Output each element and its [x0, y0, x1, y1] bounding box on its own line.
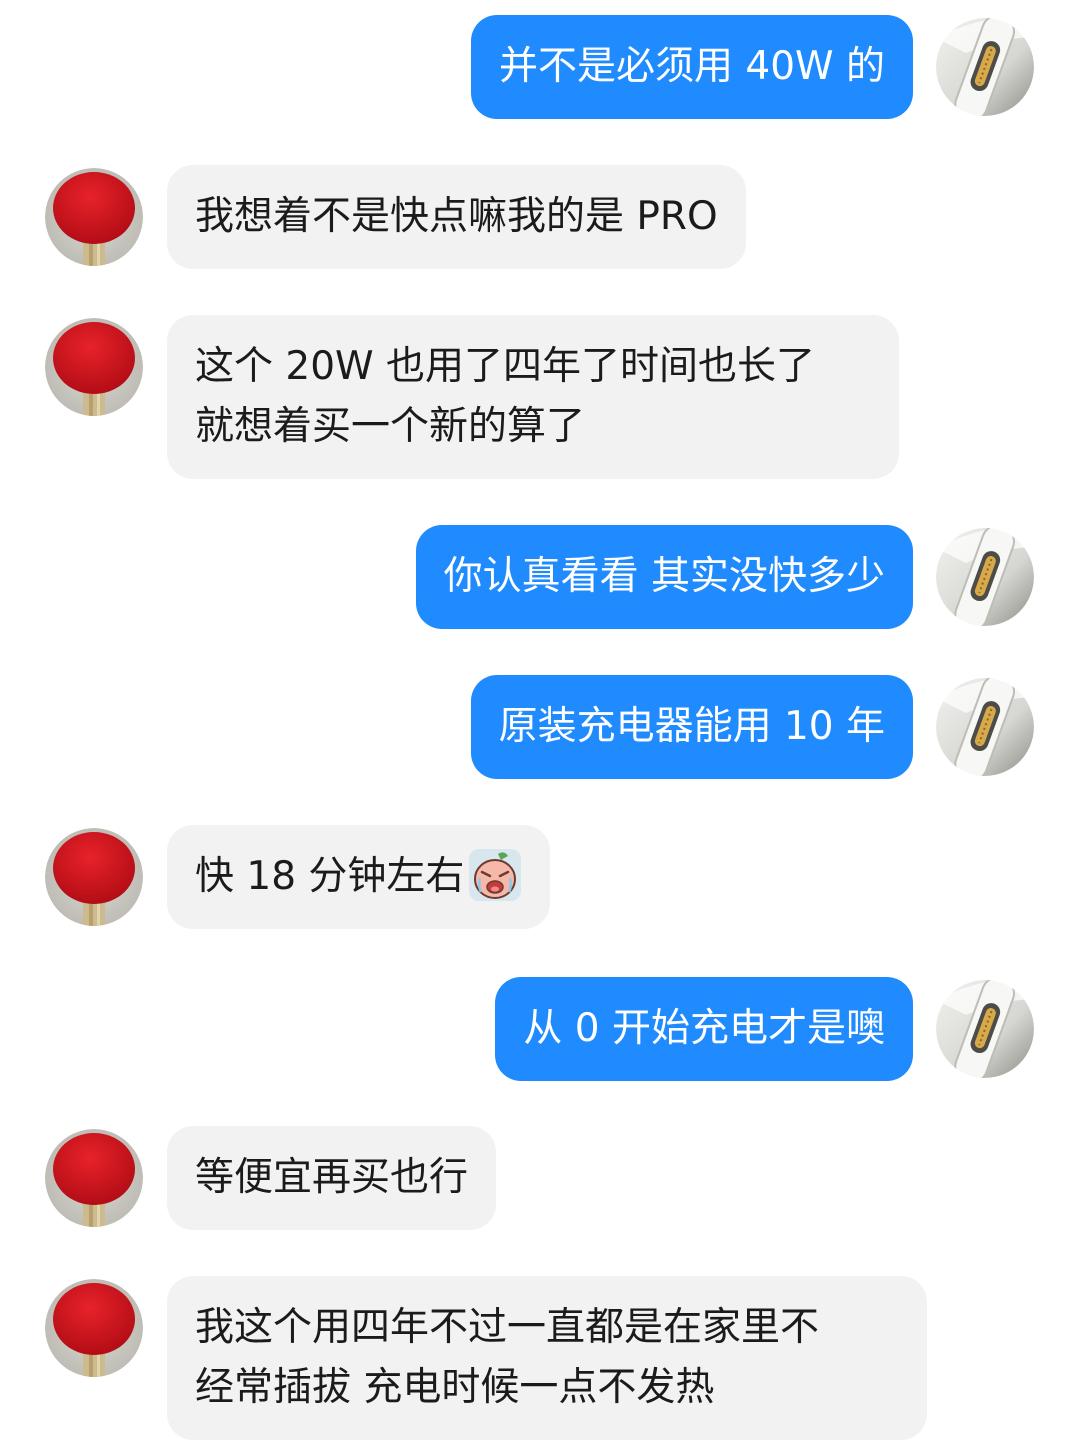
usb-c-cable-avatar-icon[interactable]: [936, 18, 1034, 116]
received-message-bubble[interactable]: 等便宜再买也行: [167, 1126, 497, 1230]
ping-pong-paddle-avatar-icon[interactable]: [45, 168, 143, 266]
ping-pong-paddle-avatar-icon[interactable]: [45, 1129, 143, 1227]
message-row: 我这个用四年不过一直都是在家里不 经常插拔 充电时候一点不发热: [0, 1275, 1080, 1440]
ping-pong-paddle-avatar-icon[interactable]: [45, 318, 143, 416]
message-row: 原装充电器能用 10 年: [0, 674, 1080, 779]
received-message-bubble[interactable]: 我这个用四年不过一直都是在家里不 经常插拔 充电时候一点不发热: [167, 1276, 927, 1440]
received-message-bubble[interactable]: 这个 20W 也用了四年了时间也长了 就想着买一个新的算了: [167, 315, 899, 479]
message-text: 快 18 分钟左右: [195, 854, 465, 899]
sent-message-bubble[interactable]: 你认真看看 其实没快多少: [415, 525, 913, 629]
message-text: 你认真看看 其实没快多少: [443, 554, 885, 599]
crying-face-sticker-icon: [468, 848, 522, 902]
message-row: 我想着不是快点嘛我的是 PRO: [0, 164, 1080, 269]
message-text: 等便宜再买也行: [195, 1155, 469, 1200]
message-row: 并不是必须用 40W 的: [0, 14, 1080, 119]
message-row: 你认真看看 其实没快多少: [0, 524, 1080, 629]
ping-pong-paddle-avatar-icon[interactable]: [45, 828, 143, 926]
message-text: 我想着不是快点嘛我的是 PRO: [195, 194, 718, 239]
received-message-bubble[interactable]: 我想着不是快点嘛我的是 PRO: [167, 165, 746, 269]
message-text-line: 经常插拔 充电时候一点不发热: [195, 1365, 715, 1410]
message-row: 等便宜再买也行: [0, 1125, 1080, 1230]
ping-pong-paddle-avatar-icon[interactable]: [45, 1279, 143, 1377]
chat-thread: 并不是必须用 40W 的 我想着不是快点嘛我的是 PRO 这个 20W 也用了四…: [0, 0, 1080, 1440]
message-row: 快 18 分钟左右: [0, 824, 1080, 932]
usb-c-cable-avatar-icon[interactable]: [936, 980, 1034, 1078]
message-text-line: 这个 20W 也用了四年了时间也长了: [195, 344, 815, 389]
message-text-line: 我这个用四年不过一直都是在家里不: [195, 1305, 820, 1350]
sent-message-bubble[interactable]: 并不是必须用 40W 的: [471, 15, 913, 119]
sent-message-bubble[interactable]: 从 0 开始充电才是噢: [495, 977, 913, 1081]
received-message-bubble[interactable]: 快 18 分钟左右: [167, 825, 551, 929]
usb-c-cable-avatar-icon[interactable]: [936, 678, 1034, 776]
sent-message-bubble[interactable]: 原装充电器能用 10 年: [470, 675, 913, 779]
message-text: 并不是必须用 40W 的: [499, 44, 885, 89]
message-text: 原装充电器能用 10 年: [498, 704, 885, 749]
message-text: 从 0 开始充电才是噢: [523, 1006, 885, 1051]
message-text-line: 就想着买一个新的算了: [195, 404, 586, 449]
message-row: 这个 20W 也用了四年了时间也长了 就想着买一个新的算了: [0, 314, 1080, 479]
usb-c-cable-avatar-icon[interactable]: [936, 528, 1034, 626]
message-row: 从 0 开始充电才是噢: [0, 976, 1080, 1081]
